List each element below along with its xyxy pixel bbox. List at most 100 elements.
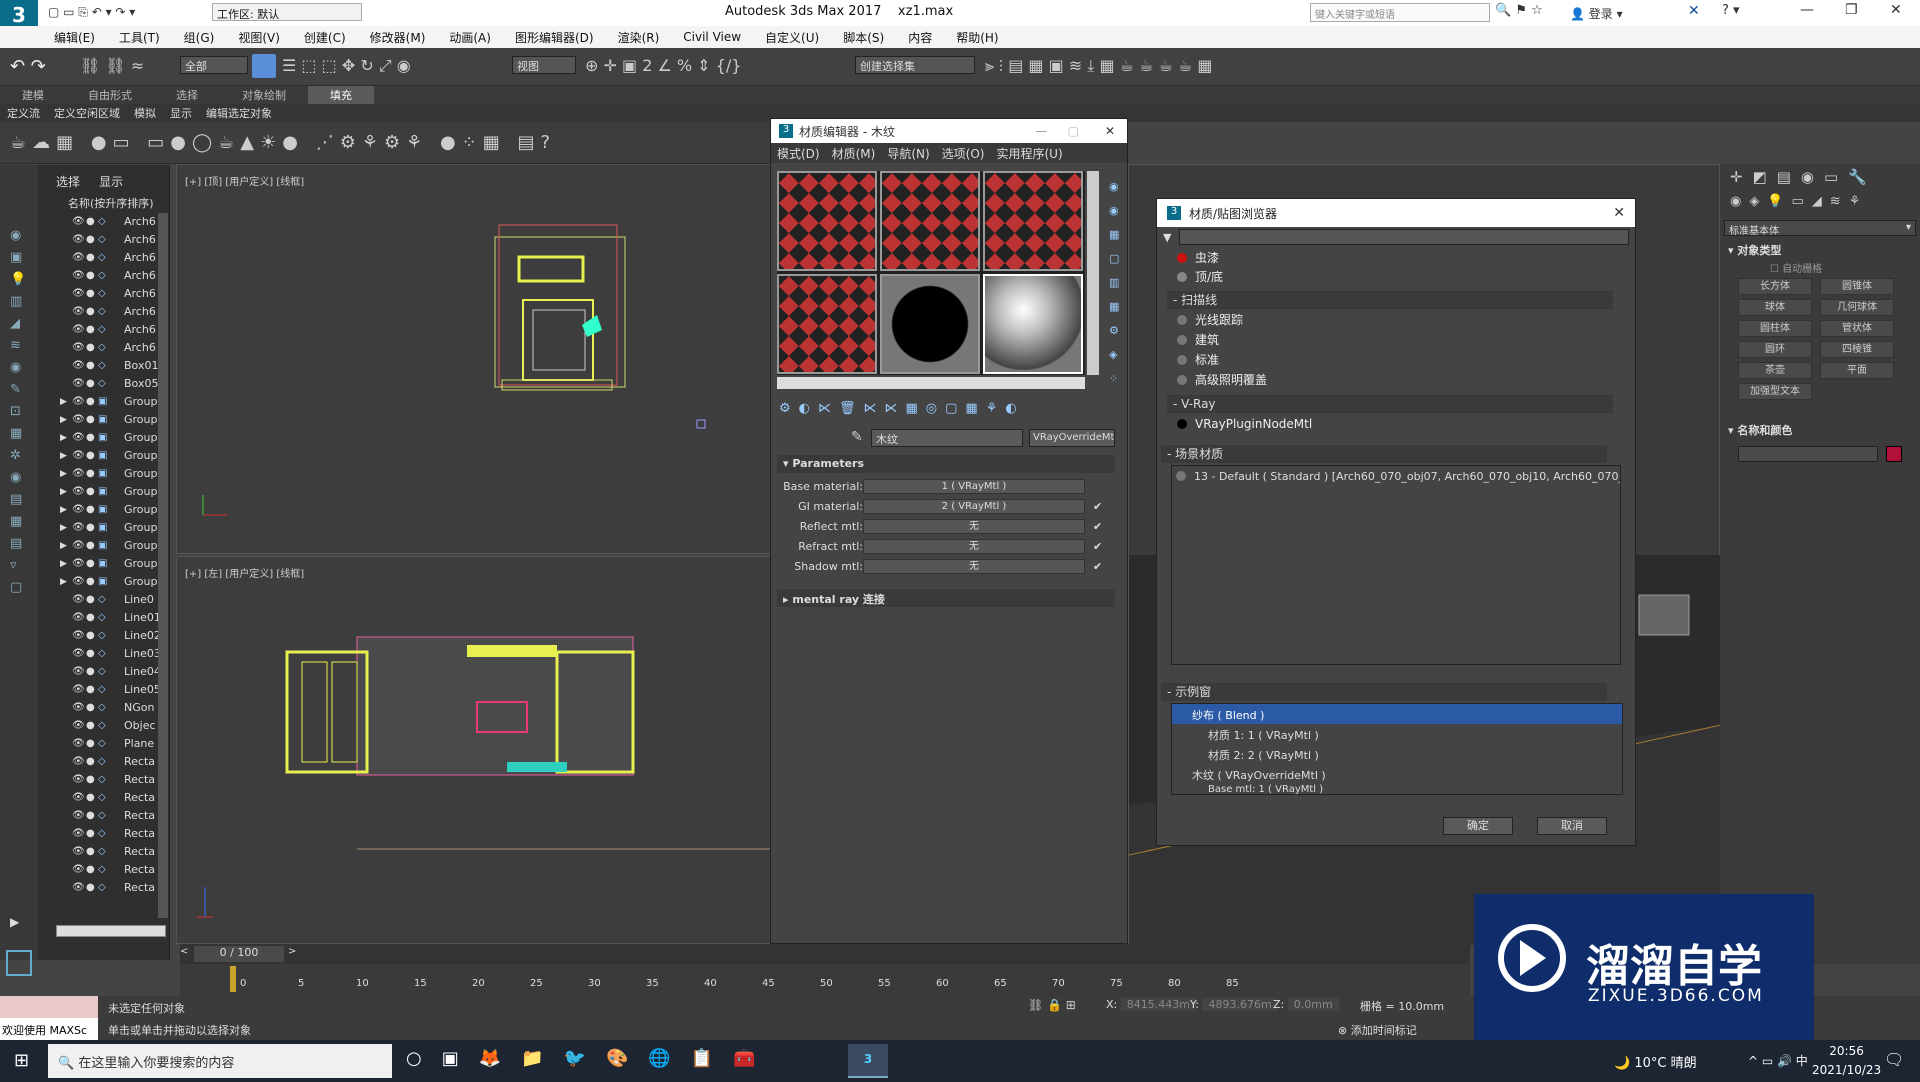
menu-item[interactable]: 图形编辑器(D) [503, 29, 606, 46]
render-icon[interactable]: ● [86, 789, 95, 807]
visibility-icon[interactable]: 👁 [72, 753, 85, 771]
visibility-icon[interactable]: 👁 [72, 213, 85, 231]
panel-tabs-icons[interactable]: ✛◩▤◉▭🔧 [1730, 168, 1877, 186]
section-scene-materials[interactable]: - 场景材质 [1161, 445, 1607, 463]
menu-item[interactable]: 帮助(H) [944, 29, 1010, 46]
windows-start-icon[interactable]: ⊞ [14, 1050, 29, 1071]
menu-item[interactable]: 导航(N) [881, 143, 935, 163]
visibility-icon[interactable]: 👁 [72, 339, 85, 357]
visibility-icon[interactable]: 👁 [72, 303, 85, 321]
hscroll[interactable] [777, 377, 1085, 389]
render-icon[interactable]: ● [86, 771, 95, 789]
eyedropper-icon[interactable]: ✎ [851, 429, 863, 445]
viewport-left[interactable]: [+] [左] [用户定义] [线框] [176, 556, 773, 944]
sample-slot[interactable] [983, 171, 1083, 271]
menu-item[interactable]: 创建(C) [292, 29, 358, 46]
visibility-icon[interactable]: 👁 [72, 717, 85, 735]
scene-material-item[interactable]: 13 - Default ( Standard ) [Arch60_070_ob… [1172, 466, 1620, 487]
torus-button[interactable]: 圆环 [1738, 341, 1812, 358]
selection-set-dropdown[interactable]: 创建选择集 [855, 56, 975, 74]
scene-list-item[interactable]: 👁 ● ◇ Box01 [38, 357, 158, 375]
close-icon[interactable]: ✕ [1613, 205, 1625, 221]
visibility-icon[interactable]: 👁 [72, 591, 85, 609]
render-icon[interactable]: ● [86, 681, 95, 699]
visibility-icon[interactable]: 👁 [72, 447, 85, 465]
coord-y[interactable]: Y: 4893.676m [1190, 998, 1278, 1011]
taskbar-3dsmax-icon[interactable]: 3 [848, 1044, 888, 1078]
scene-list-item[interactable]: 👁 ● ◇ Recta [38, 843, 158, 861]
render-icon[interactable]: ● [86, 591, 95, 609]
cone-button[interactable]: 圆锥体 [1820, 278, 1894, 295]
expand-arrow-icon[interactable]: ▶ [60, 483, 67, 501]
bottom-tools-icons[interactable]: ⚙◐⋉🗑⋉⋉▦◎▢▦⚘◐ [779, 401, 1025, 416]
restore-icon[interactable]: ❐ [1845, 2, 1858, 18]
prev-frame-icon[interactable]: < [180, 946, 192, 957]
visibility-icon[interactable]: 👁 [72, 357, 85, 375]
visibility-icon[interactable]: 👁 [72, 249, 85, 267]
render-icon[interactable]: ● [86, 519, 95, 537]
visibility-icon[interactable]: 👁 [72, 555, 85, 573]
render-icon[interactable]: ● [86, 339, 95, 357]
rollout-parameters[interactable]: ▾ Parameters [777, 455, 1115, 473]
hscrollbar[interactable] [56, 925, 166, 937]
render-icon[interactable]: ● [86, 753, 95, 771]
scrollbar[interactable] [158, 213, 168, 918]
scene-list-item[interactable]: ▶ 👁 ● ▣ Group [38, 411, 158, 429]
visibility-icon[interactable]: 👁 [72, 681, 85, 699]
notification-icon[interactable]: 🗨 [1884, 1050, 1904, 1069]
render-icon[interactable]: ● [86, 483, 95, 501]
param-button[interactable]: 2 ( VRayMtl ) [863, 499, 1085, 514]
render-icon[interactable]: ● [86, 861, 95, 879]
snap-icons[interactable]: ⊕ ✛ ▣ 2 ∠ % ⇕ {/} [585, 56, 741, 75]
render-icon[interactable]: ● [86, 393, 95, 411]
menu-item[interactable]: 动画(A) [437, 29, 503, 46]
tab-select[interactable]: 选择 [56, 175, 80, 189]
scene-list-item[interactable]: ▶ 👁 ● ▣ Group [38, 519, 158, 537]
filter-icons[interactable]: ◉ ▣ 💡 ▥ ◢ ≋ ◉ ✎ ⊡ ▦ ✲ ◉ ▤ ▦ ▤ ▿ ▢ [10, 225, 28, 825]
param-button[interactable]: 1 ( VRayMtl ) [863, 479, 1085, 494]
visibility-icon[interactable]: 👁 [72, 267, 85, 285]
close-icon[interactable]: ✕ [1105, 124, 1115, 138]
expand-arrow-icon[interactable]: ▶ [60, 537, 67, 555]
material-type-button[interactable]: VRayOverrideMtl [1029, 429, 1115, 447]
render-icon[interactable]: ● [86, 663, 95, 681]
browser-titlebar[interactable]: 3 材质/贴图浏览器 ✕ [1157, 199, 1635, 227]
scene-list-item[interactable]: ▶ 👁 ● ▣ Group [38, 429, 158, 447]
plane-button[interactable]: 平面 [1820, 362, 1894, 379]
render-icon[interactable]: ● [86, 879, 95, 897]
tab-modeling[interactable]: 建模 [0, 86, 66, 104]
teapot-button[interactable]: 茶壶 [1738, 362, 1812, 379]
define-idle-area-button[interactable]: 定义空闲区域 [47, 104, 127, 122]
playhead[interactable] [230, 966, 236, 992]
param-checkbox[interactable]: ✔ [1093, 520, 1105, 533]
scene-list-item[interactable]: ▶ 👁 ● ▣ Group [38, 537, 158, 555]
menu-item[interactable]: 模式(D) [771, 143, 826, 163]
visibility-icon[interactable]: 👁 [72, 483, 85, 501]
undo-redo-icons[interactable]: ↶ ↷ [10, 56, 46, 77]
cylinder-button[interactable]: 圆柱体 [1738, 320, 1812, 337]
expand-icon[interactable]: ▶ [10, 915, 19, 929]
close-icon[interactable]: ✕ [1890, 2, 1902, 18]
browser-options-icon[interactable]: ▼ [1163, 231, 1171, 244]
visibility-icon[interactable]: 👁 [72, 771, 85, 789]
list-item[interactable]: 顶/底 [1177, 268, 1223, 287]
menu-item[interactable]: 工具(T) [107, 29, 172, 46]
tray-icons[interactable]: ^ ▭ 🔊 中 [1748, 1052, 1808, 1069]
box-button[interactable]: 长方体 [1738, 278, 1812, 295]
tab-freeform[interactable]: 自由形式 [66, 86, 154, 104]
scene-list-item[interactable]: 👁 ● ◇ Line05 [38, 681, 158, 699]
scene-list-item[interactable]: 👁 ● ◇ Arch6 [38, 267, 158, 285]
render-icon[interactable]: ● [86, 321, 95, 339]
render-icon[interactable]: ● [86, 285, 95, 303]
render-icon[interactable]: ● [86, 303, 95, 321]
lock-icons[interactable]: ⛓ 🔒 ⊞ [1028, 998, 1076, 1012]
render-icon[interactable]: ● [86, 717, 95, 735]
select-tools-icons[interactable]: ☰ ⬚ ⬚ ✥ ↻ ⤢ ◉ [282, 56, 411, 76]
render-icon[interactable]: ● [86, 357, 95, 375]
select-icon[interactable] [252, 54, 276, 78]
render-icon[interactable]: ● [86, 699, 95, 717]
edit-selected-button[interactable]: 编辑选定对象 [199, 104, 279, 122]
sample-slot-active[interactable] [983, 274, 1083, 374]
tab-display[interactable]: 显示 [99, 175, 123, 189]
scene-list-item[interactable]: 👁 ● ◇ Arch6 [38, 303, 158, 321]
